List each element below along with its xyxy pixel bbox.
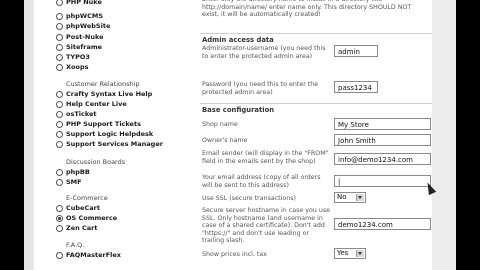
radio-button[interactable] (56, 225, 63, 232)
sidebar-item[interactable]: CubeCart (56, 204, 100, 212)
sidebar-item-label: Siteframe (66, 43, 103, 51)
section-divider (200, 33, 432, 34)
sidebar-category-heading: F.A.Q. (66, 241, 85, 249)
radio-button[interactable] (56, 34, 63, 41)
admin-username-field[interactable]: admin (334, 45, 378, 57)
ssl-select-value: No (337, 193, 347, 201)
base-section-title: Base configuration (202, 106, 275, 114)
radio-button[interactable] (56, 54, 63, 61)
sidebar-item[interactable]: Xoops (56, 63, 89, 71)
radio-button[interactable] (56, 0, 63, 6)
sidebar-category-heading: Customer Relationship (66, 80, 140, 88)
sidebar-item-label: Post-Nuke (66, 33, 104, 41)
radio-button[interactable] (56, 169, 63, 176)
sidebar-item[interactable]: phpWCMS (56, 12, 104, 20)
your-email-field[interactable]: | (334, 175, 431, 187)
sidebar-item-label: PHP Nuke (66, 0, 102, 6)
secure-host-field[interactable]: demo1234.com (334, 218, 431, 230)
radio-button[interactable] (56, 121, 63, 128)
section-divider (200, 103, 432, 104)
radio-button[interactable] (56, 179, 63, 186)
radio-button[interactable] (56, 13, 63, 20)
radio-button[interactable] (56, 205, 63, 212)
sidebar-item[interactable]: Post-Nuke (56, 33, 104, 41)
sidebar-item[interactable]: phpBB (56, 168, 90, 176)
sidebar-item[interactable]: osTicket (56, 110, 97, 118)
sidebar-item[interactable]: Help Center Live (56, 100, 127, 108)
radio-button[interactable] (56, 141, 63, 148)
secure-host-label: Secure server hostname in case you use S… (202, 207, 330, 245)
radio-button[interactable] (56, 111, 63, 118)
installer-window: PHP Nuke phpWCMS phpWebSite Post-Nuke Sitefr… (24, 0, 456, 270)
sidebar-item-label: SMF (66, 178, 82, 186)
sidebar-item[interactable]: Support Logic Helpdesk (56, 130, 154, 138)
sidebar-item[interactable]: Siteframe (56, 43, 103, 51)
sidebar-stripe (24, 0, 34, 270)
radio-button[interactable] (56, 252, 63, 259)
radio-button[interactable] (56, 44, 63, 51)
prices-tax-label: Show prices incl. tax (202, 251, 267, 258)
sidebar-item[interactable]: TYPO3 (56, 53, 90, 61)
sidebar-item-label: Support Services Manager (66, 140, 163, 148)
sidebar-item-label: phpWebSite (66, 22, 111, 30)
sidebar-item-label: phpWCMS (66, 12, 104, 20)
sidebar-item[interactable]: phpWebSite (56, 22, 111, 30)
prices-tax-select[interactable]: Yes (334, 248, 366, 259)
sidebar-item[interactable]: PHP Support Tickets (56, 120, 141, 128)
your-email-label: Your email address (copy of all orders w… (202, 174, 321, 189)
chevron-down-icon[interactable] (356, 194, 364, 201)
email-sender-label: Email sender (will display in the "FROM"… (202, 150, 329, 165)
sidebar-item-label: Support Logic Helpdesk (66, 130, 154, 138)
password-label: Password (you need this to enter the pro… (202, 81, 319, 96)
prices-tax-select-value: Yes (337, 249, 349, 257)
ssl-select[interactable]: No (334, 192, 366, 203)
radio-button[interactable] (56, 101, 63, 108)
intro-text: Enter only the directory name to install… (202, 0, 412, 19)
sidebar-item-label: Xoops (66, 63, 89, 71)
radio-button[interactable] (56, 64, 63, 71)
password-field[interactable]: pass1234 (334, 81, 378, 93)
sidebar-item-label: OS Commerce (66, 214, 118, 222)
sidebar-item-label: Crafty Syntax Live Help (66, 90, 153, 98)
sidebar-item-label: Zen Cart (66, 224, 98, 232)
radio-button[interactable] (56, 23, 63, 30)
script-list-sidebar: PHP Nuke phpWCMS phpWebSite Post-Nuke Sitefr… (24, 0, 192, 270)
sidebar-item-label: CubeCart (66, 204, 100, 212)
sidebar-item[interactable]: SMF (56, 178, 82, 186)
email-sender-field[interactable]: info@demo1234.com (334, 153, 431, 165)
sidebar-item-label: osTicket (66, 110, 97, 118)
radio-button[interactable] (56, 131, 63, 138)
sidebar-item-label: PHP Support Tickets (66, 120, 141, 128)
shop-name-label: Shop name (202, 121, 238, 128)
admin-section-title: Admin access data (202, 36, 274, 44)
sidebar-item[interactable]: FAQMasterFlex (56, 251, 121, 259)
sidebar-item-label: Help Center Live (66, 100, 127, 108)
owner-name-label: Owner's name (202, 137, 248, 144)
owner-name-field[interactable]: John Smith (334, 134, 431, 146)
page-gutter (432, 0, 456, 270)
sidebar-item[interactable]: Support Services Manager (56, 140, 163, 148)
chevron-down-icon[interactable] (356, 250, 364, 257)
admin-username-label: Administrator-username (you need this to… (202, 45, 326, 60)
sidebar-item-label: phpBB (66, 168, 90, 176)
ssl-label: Use SSL (secure transactions) (202, 195, 296, 202)
radio-button[interactable] (56, 91, 63, 98)
sidebar-item-label: TYPO3 (66, 53, 90, 61)
sidebar-item-label: FAQMasterFlex (66, 251, 121, 259)
sidebar-item[interactable]: Crafty Syntax Live Help (56, 90, 153, 98)
radio-button[interactable] (56, 215, 63, 222)
sidebar-item[interactable]: Zen Cart (56, 224, 98, 232)
sidebar-item[interactable]: PHP Nuke (56, 0, 102, 6)
shop-name-field[interactable]: My Store (334, 118, 431, 130)
install-form: Enter only the directory name to install… (194, 0, 432, 270)
sidebar-item[interactable]: OS Commerce (56, 214, 118, 222)
sidebar-category-heading: Discussion Boards (66, 158, 126, 166)
sidebar-category-heading: E-Commerce (66, 194, 108, 202)
